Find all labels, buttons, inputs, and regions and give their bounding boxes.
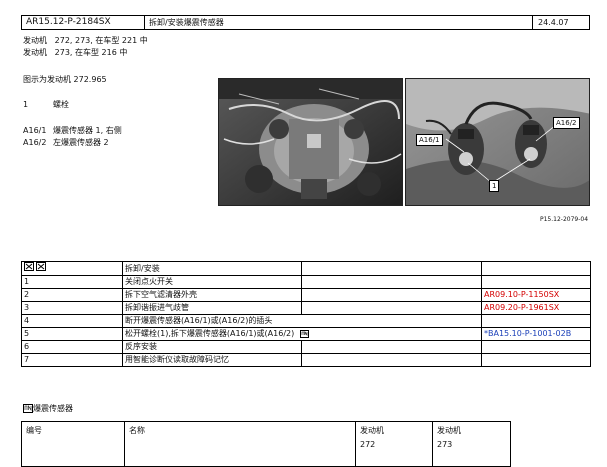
ops-header-label: 拆卸/安装 [122, 261, 302, 276]
step-reference-link[interactable]: AR09.20-P-1961SX [481, 301, 591, 315]
parts-col-engine-2: 发动机 273 [432, 421, 511, 467]
step-text: 拆下空气滤清器外壳 [122, 288, 302, 302]
engine-label: 发动机 [23, 48, 47, 57]
figure-reference: P15.12-2079-04 [540, 216, 589, 223]
callout-a16-1: A16/1 [416, 134, 443, 146]
legend-text: 螺栓 [53, 100, 69, 109]
table-row: 3 拆卸谐振进气歧管 AR09.20-P-1961SX [21, 301, 591, 315]
operation-table: 拆卸/安装 1 关闭点火开关 2 拆下空气滤清器外壳 AR09.10-P-115… [21, 261, 591, 367]
engine-line-2: 发动机 273, 在车型 216 中 [23, 48, 127, 58]
parts-title-text: 爆震传感器 [33, 404, 73, 413]
engine-text: 272, 273, 在车型 221 中 [54, 36, 148, 45]
document-header: AR15.12-P-2184SX 拆卸/安装爆震传感器 24.4.07 [21, 15, 590, 30]
document-date: 24.4.07 [538, 18, 569, 27]
step-number: 6 [21, 340, 123, 354]
callout-bolt-1: 1 [489, 180, 500, 192]
legend-item: A16/1 爆震传感器 1, 右侧 [23, 126, 122, 136]
legend-key: 1 [23, 100, 29, 109]
step-reference-link[interactable]: *BA15.10-P-1001-02B [481, 327, 591, 341]
step-text: 松开螺栓(1),拆下爆震传感器(A16/1)或(A16/2) [125, 329, 295, 338]
remove-install-icon [24, 262, 46, 271]
step-number: 5 [21, 327, 123, 341]
step-text-cell: 松开螺栓(1),拆下爆震传感器(A16/1)或(A16/2) [122, 327, 482, 341]
header-divider [144, 16, 145, 29]
step-number: 2 [21, 288, 123, 302]
step-reference [481, 340, 591, 354]
step-text: 反序安装 [122, 340, 302, 354]
step-text: 断开爆震传感器(A16/1)或(A16/2)的插头 [122, 314, 482, 328]
torque-tool-icon [299, 329, 309, 338]
engine-bay-image [219, 79, 402, 205]
step-reference [481, 353, 591, 367]
engine-label: 发动机 [23, 36, 47, 45]
step-text: 拆卸谐振进气歧管 [122, 301, 302, 315]
table-row: 4 断开爆震传感器(A16/1)或(A16/2)的插头 [21, 314, 591, 328]
document-id: AR15.12-P-2184SX [26, 17, 111, 27]
parts-col-number: 编号 [21, 421, 125, 467]
table-row: 1 关闭点火开关 [21, 275, 591, 289]
legend-key: A16/2 [23, 138, 47, 147]
document-title: 拆卸/安装爆震传感器 [149, 18, 224, 27]
parts-col-name: 名称 [124, 421, 356, 467]
legend-key: A16/1 [23, 126, 47, 135]
legend-text: 左爆震传感器 2 [53, 138, 109, 147]
torque-spec-icon [23, 404, 33, 413]
legend-text: 爆震传感器 1, 右侧 [53, 126, 122, 135]
table-row: 编号 名称 发动机 272 发动机 273 [21, 421, 511, 467]
table-row: 拆卸/安装 [21, 261, 591, 276]
step-reference [481, 314, 591, 328]
engine-value: 273 [437, 440, 453, 449]
table-row: 2 拆下空气滤清器外壳 AR09.10-P-1150SX [21, 288, 591, 302]
engine-value: 272 [360, 440, 376, 449]
step-number: 1 [21, 275, 123, 289]
step-number: 3 [21, 301, 123, 315]
ops-icons-cell [21, 261, 123, 276]
table-row: 5 松开螺栓(1),拆下爆震传感器(A16/1)或(A16/2) *BA15.1… [21, 327, 591, 341]
legend-item: A16/2 左爆震传感器 2 [23, 138, 109, 148]
table-row: 6 反序安装 [21, 340, 591, 354]
parts-col-engine-1: 发动机 272 [355, 421, 433, 467]
step-text: 用智能诊断仪读取故障码记忆 [122, 353, 302, 367]
table-row: 7 用智能诊断仪读取故障码记忆 [21, 353, 591, 367]
step-reference-link[interactable]: AR09.10-P-1150SX [481, 288, 591, 302]
engine-line-1: 发动机 272, 273, 在车型 221 中 [23, 36, 148, 46]
parts-section-title: 爆震传感器 [23, 404, 73, 414]
legend-item: 1 螺栓 [23, 100, 69, 110]
figure-caption: 图示为发动机 272.965 [23, 75, 107, 84]
parts-table: 编号 名称 发动机 272 发动机 273 [21, 421, 511, 467]
step-reference [481, 275, 591, 289]
step-number: 4 [21, 314, 123, 328]
engine-header: 发动机 [437, 426, 461, 435]
header-divider [532, 16, 533, 29]
callout-a16-2: A16/2 [553, 117, 580, 129]
engine-header: 发动机 [360, 426, 384, 435]
step-number: 7 [21, 353, 123, 367]
engine-bay-photo [218, 78, 403, 206]
step-text: 关闭点火开关 [122, 275, 302, 289]
engine-text: 273, 在车型 216 中 [54, 48, 128, 57]
knock-sensor-closeup-photo: A16/1 A16/2 1 [405, 78, 590, 206]
